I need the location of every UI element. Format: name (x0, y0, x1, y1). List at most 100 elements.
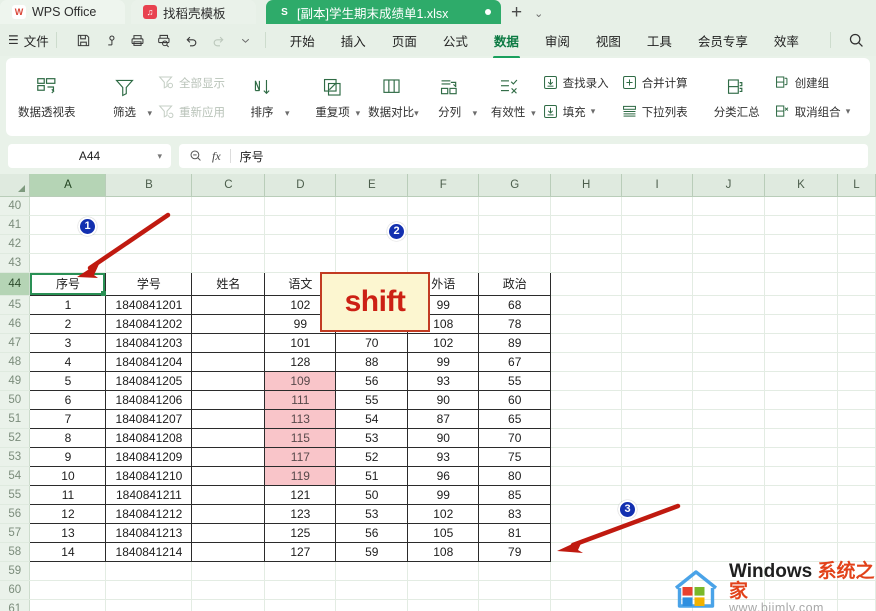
cell-f51[interactable]: 87 (407, 408, 480, 429)
search-icon[interactable] (844, 29, 868, 51)
cell-k58[interactable] (764, 542, 838, 562)
ungroup-button[interactable]: 取消组合 ▾ (768, 99, 857, 125)
cell-a55[interactable]: 11 (29, 484, 107, 505)
cell-d40[interactable] (264, 196, 337, 216)
column-header-h[interactable]: H (550, 174, 623, 197)
cell-j48[interactable] (692, 352, 766, 372)
cell-k53[interactable] (764, 447, 838, 467)
cell-d41[interactable] (264, 215, 337, 235)
cell-g46[interactable]: 78 (478, 313, 552, 334)
cell-a54[interactable]: 10 (29, 465, 107, 486)
cell-g41[interactable] (478, 215, 552, 235)
cell-e61[interactable] (335, 599, 409, 611)
cell-b43[interactable] (105, 253, 193, 273)
cell-e54[interactable]: 51 (335, 465, 409, 486)
cell-a50[interactable]: 6 (29, 389, 107, 410)
cell-f56[interactable]: 102 (407, 503, 480, 524)
ribbon-tab-insert[interactable]: 插入 (328, 27, 379, 54)
cell-j52[interactable] (692, 428, 766, 448)
cell-j54[interactable] (692, 466, 766, 486)
ribbon-tab-formula[interactable]: 公式 (430, 27, 481, 54)
cell-i49[interactable] (621, 371, 694, 391)
cell-k48[interactable] (764, 352, 838, 372)
row-header-41[interactable]: 41 (0, 215, 31, 235)
column-header-e[interactable]: E (335, 174, 409, 197)
cell-i41[interactable] (621, 215, 694, 235)
table-row[interactable]: 52 8 1840841208 115 53 90 70 (0, 427, 876, 448)
sort-button[interactable]: 排序 (231, 72, 293, 122)
cell-b46[interactable]: 1840841202 (105, 313, 193, 334)
cell-f60[interactable] (407, 580, 480, 600)
row-header-46[interactable]: 46 (0, 314, 31, 334)
cell-f57[interactable]: 105 (407, 522, 480, 543)
cell-g61[interactable] (478, 599, 552, 611)
cell-h46[interactable] (550, 314, 623, 334)
cell-b55[interactable]: 1840841211 (105, 484, 193, 505)
cell-j57[interactable] (692, 523, 766, 543)
file-menu-button[interactable]: ☰ 文件 (8, 31, 49, 50)
cell-d60[interactable] (264, 580, 337, 600)
cell-l41[interactable] (837, 215, 876, 235)
row-header-56[interactable]: 56 (0, 504, 31, 524)
cell-h50[interactable] (550, 390, 623, 410)
ribbon-tab-member[interactable]: 会员专享 (685, 27, 761, 54)
cell-c46[interactable] (191, 313, 266, 334)
cell-a51[interactable]: 7 (29, 408, 107, 429)
dropdown-list-button[interactable]: 下拉列表 (615, 99, 694, 125)
cell-c45[interactable] (191, 294, 266, 315)
cell-a58[interactable]: 14 (29, 541, 107, 562)
cell-c57[interactable] (191, 522, 266, 543)
cell-k52[interactable] (764, 428, 838, 448)
cell-h44[interactable] (550, 272, 623, 296)
cell-d61[interactable] (264, 599, 337, 611)
cell-i52[interactable] (621, 428, 694, 448)
cell-d59[interactable] (264, 561, 337, 581)
consolidate-button[interactable]: 合并计算 (615, 70, 694, 96)
cell-h41[interactable] (550, 215, 623, 235)
cell-l51[interactable] (837, 409, 876, 429)
row-header-51[interactable]: 51 (0, 409, 31, 429)
cell-g56[interactable]: 83 (478, 503, 552, 524)
row-header-44[interactable]: 44 (0, 272, 31, 296)
cell-g47[interactable]: 89 (478, 332, 552, 353)
cell-i51[interactable] (621, 409, 694, 429)
cell-i43[interactable] (621, 253, 694, 273)
cell-c42[interactable] (191, 234, 266, 254)
cell-g50[interactable]: 60 (478, 389, 552, 410)
cell-a45[interactable]: 1 (29, 294, 107, 315)
cell-j42[interactable] (692, 234, 766, 254)
cell-f43[interactable] (407, 253, 480, 273)
cell-k51[interactable] (764, 409, 838, 429)
cell-g49[interactable]: 55 (478, 370, 552, 391)
cell-j49[interactable] (692, 371, 766, 391)
filter-button[interactable]: 筛选 (94, 72, 156, 122)
cell-c49[interactable] (191, 370, 266, 391)
table-row[interactable]: 55 11 1840841211 121 50 99 85 (0, 484, 876, 505)
cell-c58[interactable] (191, 541, 266, 562)
cell-c44[interactable]: 姓名 (191, 271, 266, 296)
cell-c61[interactable] (191, 599, 266, 611)
overflow-item-1-button[interactable] (868, 70, 876, 96)
validation-button[interactable]: 有效性 (477, 72, 539, 122)
ungroup-caret-icon[interactable]: ▾ (846, 106, 851, 117)
spreadsheet-grid[interactable]: A B C D E F G H I J K L 40 41 42 43 44 序… (0, 174, 876, 611)
cell-k47[interactable] (764, 333, 838, 353)
cell-l47[interactable] (837, 333, 876, 353)
cell-l55[interactable] (837, 485, 876, 505)
row-header-59[interactable]: 59 (0, 561, 31, 581)
table-row[interactable]: 54 10 1840841210 119 51 96 80 (0, 465, 876, 486)
cell-k57[interactable] (764, 523, 838, 543)
cell-f54[interactable]: 96 (407, 465, 480, 486)
fill-button[interactable]: 填充 ▾ (536, 99, 615, 125)
cell-a46[interactable]: 2 (29, 313, 107, 334)
cell-l46[interactable] (837, 314, 876, 334)
cell-b61[interactable] (105, 599, 193, 611)
cell-a56[interactable]: 12 (29, 503, 107, 524)
cell-f49[interactable]: 93 (407, 370, 480, 391)
cell-g51[interactable]: 65 (478, 408, 552, 429)
cell-f50[interactable]: 90 (407, 389, 480, 410)
cell-b45[interactable]: 1840841201 (105, 294, 193, 315)
cell-b57[interactable]: 1840841213 (105, 522, 193, 543)
cell-l56[interactable] (837, 504, 876, 524)
row-header-54[interactable]: 54 (0, 466, 31, 486)
